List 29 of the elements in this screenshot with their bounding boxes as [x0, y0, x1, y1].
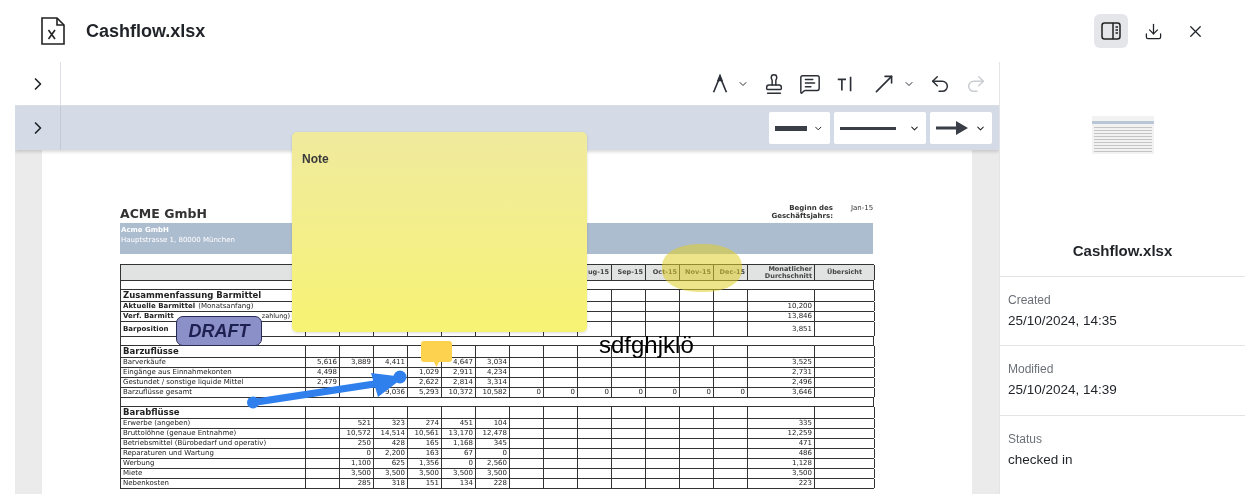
style-dropdown[interactable]: [769, 112, 830, 144]
arrowhead-icon: [936, 121, 968, 135]
side-panel-icon: [1101, 22, 1121, 40]
section-heading: Zusammenfassung Barmittel: [123, 291, 262, 300]
style-dropdown[interactable]: [834, 112, 926, 144]
window-title: Cashflow.xlsx: [86, 19, 206, 43]
download-icon: [1143, 21, 1163, 41]
comment-icon: [799, 72, 821, 95]
detail-label: Created: [1008, 292, 1052, 309]
draft-stamp[interactable]: DRAFT: [176, 316, 262, 346]
detail-value: checked in: [1008, 450, 1074, 469]
note-title: Note: [302, 152, 329, 166]
detail-label: Modified: [1008, 361, 1055, 379]
details-title: Cashflow.xlsx: [1072, 240, 1173, 261]
spreadsheet-file-icon: [40, 16, 66, 46]
panel-toggle-button[interactable]: [1094, 14, 1128, 48]
comment-marker-icon[interactable]: [421, 341, 452, 368]
detail-label: Status: [1008, 430, 1044, 448]
style-dropdown[interactable]: [930, 112, 992, 144]
section-heading: Barzuflüsse: [123, 347, 179, 356]
stamp-icon: [763, 72, 785, 95]
document-thumbnail: [1091, 116, 1154, 154]
detail-value: 25/10/2024, 14:35: [1008, 312, 1118, 330]
company-name: ACME GmbH: [120, 207, 207, 220]
detail-value: 25/10/2024, 14:39: [1008, 381, 1118, 400]
line-style-icon: [840, 126, 896, 130]
line-thickness-icon: [775, 125, 808, 131]
sticky-note[interactable]: Note: [292, 132, 587, 332]
section-heading: Barabflüsse: [123, 408, 180, 417]
